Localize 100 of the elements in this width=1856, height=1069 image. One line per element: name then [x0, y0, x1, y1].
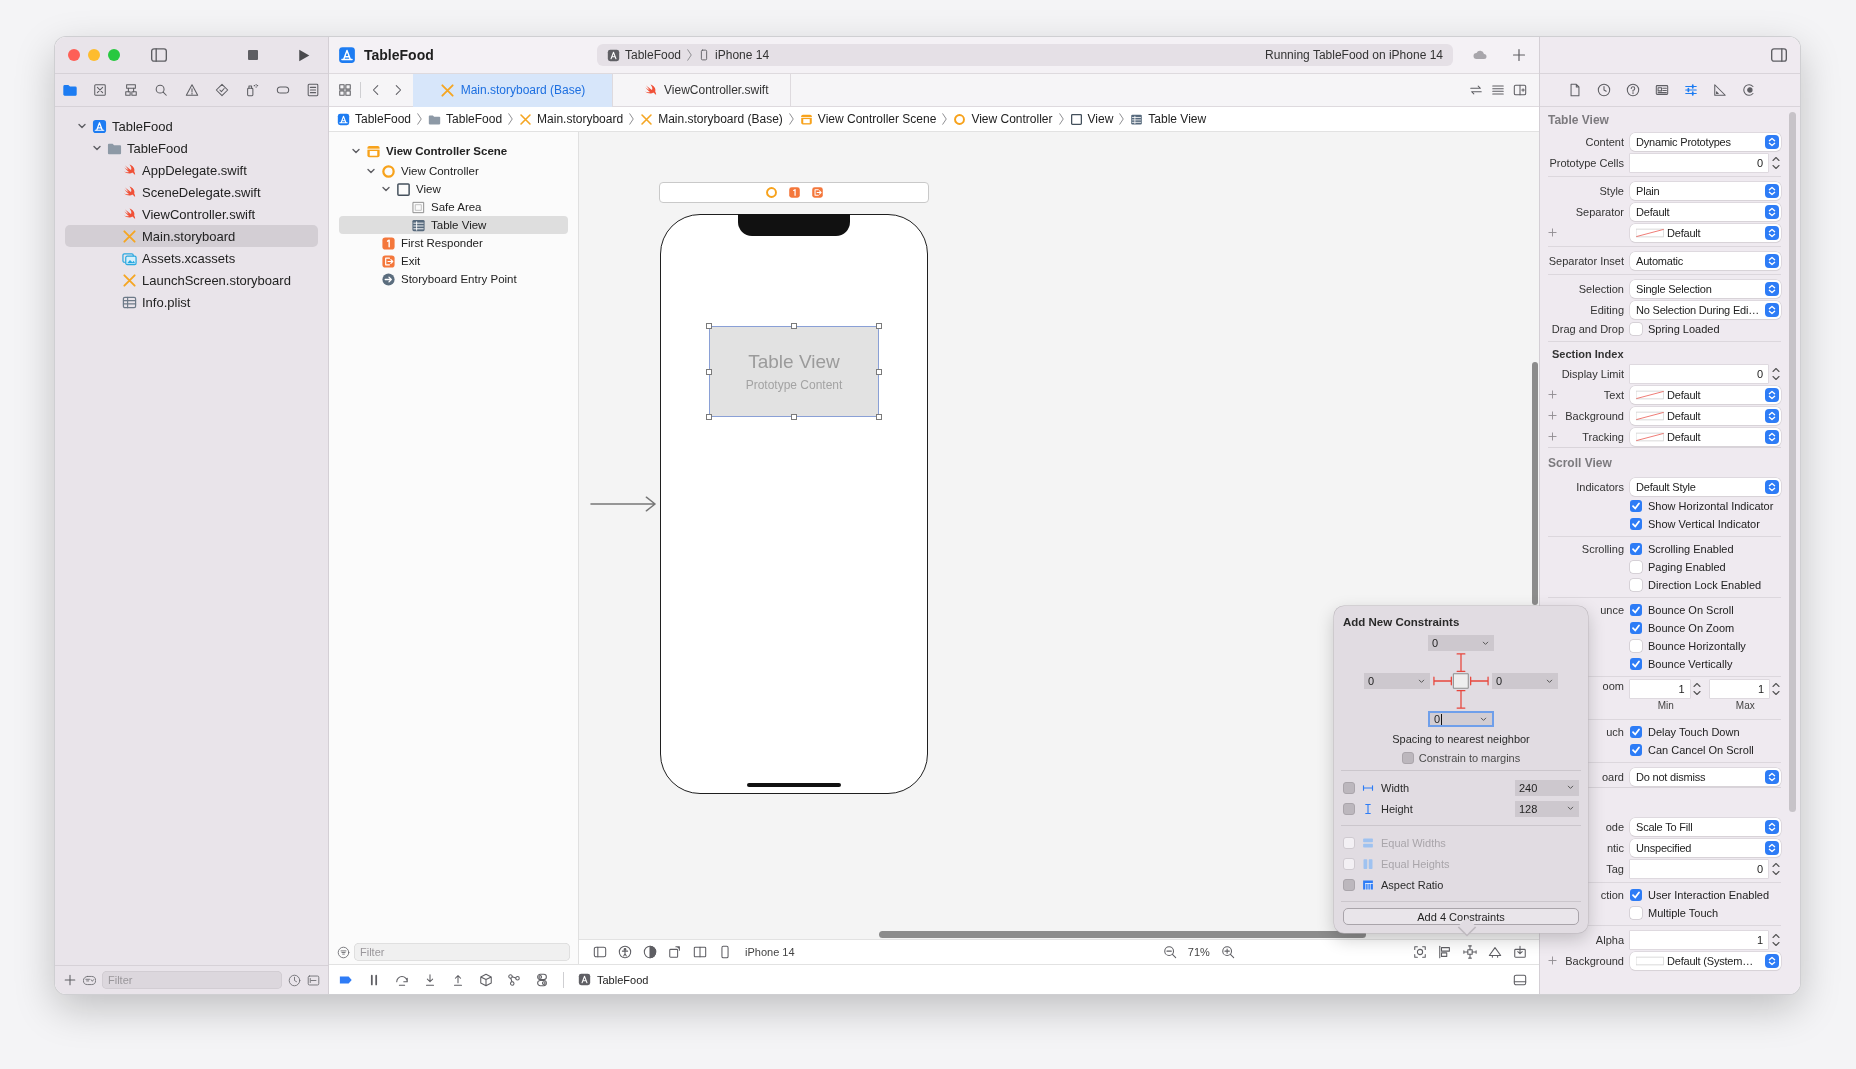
- disclosure-chevron-icon[interactable]: [77, 121, 87, 131]
- checkbox[interactable]: [1343, 802, 1355, 815]
- grid-icon[interactable]: [338, 83, 352, 97]
- stop-icon[interactable]: [245, 47, 261, 63]
- document-list-icon[interactable]: [306, 83, 320, 97]
- number-field[interactable]: 0: [1630, 859, 1768, 878]
- file-item[interactable]: TableFood: [65, 137, 318, 159]
- color-popup[interactable]: Default: [1630, 223, 1781, 242]
- resize-handle[interactable]: [706, 323, 712, 329]
- spacing-field[interactable]: 0: [1364, 673, 1430, 689]
- checkbox-label[interactable]: Show Horizontal Indicator: [1648, 500, 1774, 512]
- connections-icon[interactable]: [1742, 83, 1756, 97]
- file-item[interactable]: AppDelegate.swift: [65, 159, 318, 181]
- checkbox-label[interactable]: Constrain to margins: [1418, 752, 1521, 764]
- stepper[interactable]: [1771, 680, 1781, 698]
- spray-can-icon[interactable]: [245, 83, 260, 97]
- phone-icon[interactable]: [718, 945, 732, 959]
- popup-button[interactable]: Do not dismiss: [1630, 767, 1781, 786]
- popup-button[interactable]: Default: [1630, 202, 1781, 221]
- checkbox-label[interactable]: Spring Loaded: [1648, 323, 1720, 335]
- warning-icon[interactable]: [184, 83, 199, 97]
- checkbox[interactable]: [1630, 889, 1642, 901]
- breadcrumb-item[interactable]: View Controller: [953, 112, 1053, 126]
- checkbox[interactable]: [1630, 744, 1642, 756]
- checkbox[interactable]: [1343, 781, 1355, 794]
- popup-button[interactable]: Automatic: [1630, 251, 1781, 270]
- triangle-icon[interactable]: [1488, 945, 1502, 959]
- checkbox[interactable]: [1401, 752, 1414, 764]
- plus-icon[interactable]: [1548, 956, 1557, 965]
- breadcrumb-item[interactable]: View Controller Scene: [799, 112, 937, 126]
- sidebar-icon[interactable]: [150, 46, 168, 64]
- inspector-toggle-icon[interactable]: [1770, 46, 1788, 64]
- exit-icon[interactable]: [810, 186, 824, 199]
- checkbox[interactable]: [1630, 323, 1642, 335]
- checkbox-label[interactable]: Delay Touch Down: [1648, 726, 1740, 738]
- checkbox-label[interactable]: Paging Enabled: [1648, 561, 1726, 573]
- file-item[interactable]: Info.plist: [65, 291, 318, 313]
- editor-tab[interactable]: Main.storyboard (Base): [413, 73, 613, 107]
- checkbox[interactable]: [1630, 622, 1642, 634]
- accessibility-icon[interactable]: [618, 945, 632, 959]
- size-field[interactable]: 240: [1515, 779, 1579, 796]
- outline-item[interactable]: Storyboard Entry Point: [339, 270, 568, 288]
- breadcrumb-item[interactable]: Table View: [1130, 112, 1207, 126]
- breadcrumb-item[interactable]: TableFood: [337, 112, 412, 126]
- file-item[interactable]: Assets.xcassets: [65, 247, 318, 269]
- checkbox[interactable]: [1630, 640, 1642, 652]
- checkbox-label[interactable]: Bounce On Zoom: [1648, 622, 1735, 634]
- swap-arrows-icon[interactable]: [1469, 83, 1483, 97]
- id-card-icon[interactable]: [1655, 83, 1669, 97]
- search-icon[interactable]: [154, 83, 169, 97]
- outline-item[interactable]: View Controller Scene: [339, 140, 568, 162]
- file-item[interactable]: LaunchScreen.storyboard: [65, 269, 318, 291]
- panel-icon[interactable]: [1513, 972, 1527, 987]
- file-item[interactable]: Main.storyboard: [65, 225, 318, 247]
- resize-handle[interactable]: [876, 323, 882, 329]
- rotate-icon[interactable]: [668, 945, 682, 959]
- resize-handle[interactable]: [791, 323, 797, 329]
- clock-icon[interactable]: [288, 973, 301, 987]
- checkbox[interactable]: [1343, 878, 1355, 891]
- plus-icon[interactable]: [1548, 432, 1557, 441]
- debug-target[interactable]: TableFood: [597, 973, 649, 986]
- download-box-icon[interactable]: [1513, 945, 1527, 959]
- bracket-box-icon[interactable]: [307, 973, 320, 987]
- close-button[interactable]: [68, 49, 80, 61]
- plus-icon[interactable]: [1511, 47, 1527, 63]
- popup-button[interactable]: Scale To Fill: [1630, 817, 1781, 836]
- plus-icon[interactable]: [1548, 228, 1557, 237]
- add-constraints-button[interactable]: Add 4 Constraints: [1343, 908, 1579, 925]
- resize-handle[interactable]: [706, 414, 712, 420]
- breadcrumb-item[interactable]: View: [1069, 112, 1114, 126]
- checkbox[interactable]: [1630, 518, 1642, 530]
- device-label[interactable]: iPhone 14: [745, 946, 795, 958]
- color-popup[interactable]: Default: [1630, 406, 1781, 425]
- filter-icon[interactable]: [337, 945, 350, 959]
- popup-button[interactable]: Single Selection: [1630, 279, 1781, 298]
- resize-handle[interactable]: [791, 414, 797, 420]
- checkbox[interactable]: [1630, 658, 1642, 670]
- ring-icon[interactable]: [764, 186, 778, 199]
- half-circle-icon[interactable]: [643, 945, 657, 959]
- checkbox-label[interactable]: Bounce Horizontally: [1648, 640, 1746, 652]
- hierarchy-icon[interactable]: [123, 83, 138, 97]
- scrollbar[interactable]: [879, 931, 1366, 938]
- popup-button[interactable]: Default Style: [1630, 477, 1781, 496]
- number-field[interactable]: 1: [1709, 680, 1769, 698]
- popup-button[interactable]: No Selection During Edi…: [1630, 300, 1781, 319]
- popup-button[interactable]: Plain: [1630, 181, 1781, 200]
- step-in-icon[interactable]: [423, 972, 437, 987]
- size-field[interactable]: 128: [1515, 800, 1579, 817]
- stepper[interactable]: [1691, 680, 1702, 698]
- plus-icon[interactable]: [1548, 411, 1557, 420]
- editor-tab[interactable]: ViewController.swift: [621, 73, 792, 107]
- switches-icon[interactable]: [535, 972, 549, 987]
- breadcrumb-item[interactable]: Main.storyboard: [519, 112, 624, 126]
- file-item[interactable]: ViewController.swift: [65, 203, 318, 225]
- help-icon[interactable]: [1626, 83, 1640, 97]
- outline-item[interactable]: First Responder: [339, 234, 568, 252]
- disclosure-chevron-icon[interactable]: [92, 143, 102, 153]
- resize-handle[interactable]: [876, 414, 882, 420]
- spacing-field[interactable]: 0: [1428, 635, 1494, 651]
- focus-icon[interactable]: [1413, 945, 1427, 959]
